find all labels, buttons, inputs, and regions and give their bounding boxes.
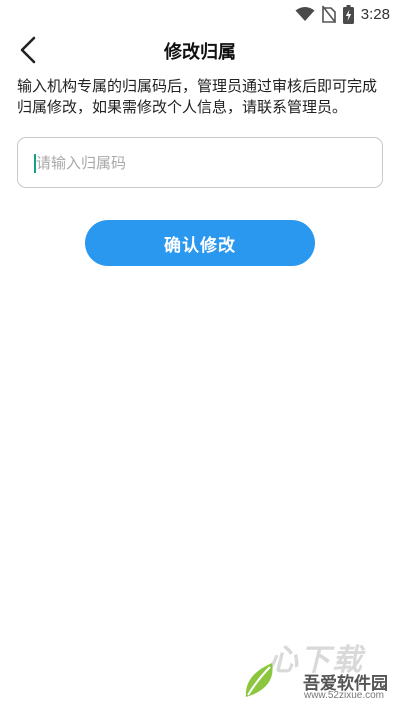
watermark-url: www.52zixue.com <box>303 690 384 701</box>
header: 修改归属 <box>0 30 400 74</box>
wifi-icon <box>295 6 315 22</box>
description-text: 输入机构专属的归属码后，管理员通过审核后即可完成归属修改，如果需修改个人信息，请… <box>17 77 378 116</box>
affiliation-code-input[interactable] <box>36 138 376 187</box>
leaf-logo-icon <box>242 661 278 703</box>
affiliation-code-field[interactable] <box>17 137 383 188</box>
no-sim-icon <box>321 5 336 23</box>
status-time: 3:28 <box>360 5 390 23</box>
watermark: 心下载 吾爱软件园 www.52zixue.com <box>234 635 394 705</box>
page-title: 修改归属 <box>164 42 236 63</box>
status-bar: 3:28 <box>0 0 400 28</box>
battery-charging-icon <box>342 4 354 24</box>
confirm-button[interactable]: 确认修改 <box>85 220 315 266</box>
